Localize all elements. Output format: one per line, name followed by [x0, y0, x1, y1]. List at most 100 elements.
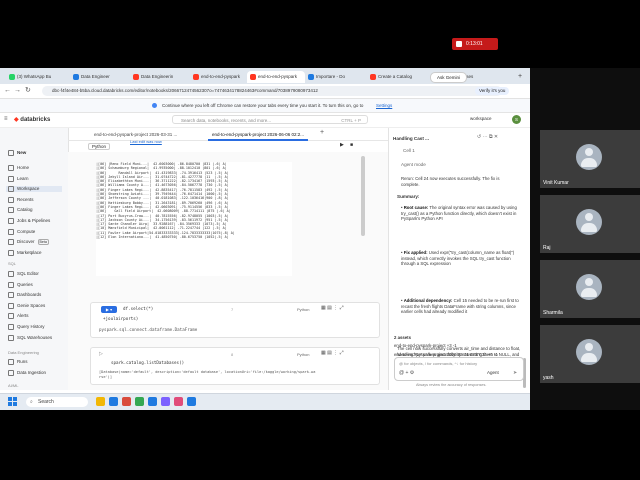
browser-tab[interactable]: end-to-end-pyspark [190, 71, 248, 83]
sidebar-item-learn[interactable]: Learn [8, 175, 29, 182]
new-tab-button[interactable]: + [518, 71, 522, 83]
sidebar-icon [8, 186, 14, 193]
taskbar-app-icon[interactable] [161, 397, 170, 406]
add-tab-icon[interactable]: + [320, 129, 324, 136]
sidebar: New Home Learn Workspace Recents Catalog Jobs … [0, 128, 69, 390]
settings-link[interactable]: Settings [376, 99, 392, 112]
taskbar-search[interactable]: ⌕ Search [26, 397, 88, 407]
language-select[interactable]: Python [88, 143, 111, 150]
sidebar-icon [8, 196, 14, 203]
forward-icon[interactable]: → [14, 86, 21, 96]
run-all-icon[interactable]: ▶ [340, 142, 344, 148]
tab-label: Data Engineerin [141, 74, 174, 79]
notebook-tab-1[interactable]: end-to-end-pyspark-project 2026-03-31 ..… [90, 130, 181, 139]
ask-gemini-button[interactable]: Ask Gemini [430, 72, 468, 83]
sidebar-item-dashboards[interactable]: Dashboards [8, 292, 41, 299]
sidebar-icon [8, 302, 14, 309]
participant-avatar-icon [576, 144, 602, 170]
taskbar-app-icon[interactable] [148, 397, 157, 406]
tab-label: Importare - Do [316, 74, 346, 79]
sidebar-item-data-ingestion[interactable]: Data Ingestion [8, 369, 46, 376]
sidebar-icon [8, 271, 14, 277]
cell-actions-icon[interactable]: ▦ ▤ ⋮ ⤢ [321, 305, 344, 311]
stop-icon[interactable]: ■ [350, 142, 353, 148]
sidebar-item-query-history[interactable]: Query History [8, 324, 45, 330]
participant-tile[interactable]: Raj [540, 195, 640, 253]
participant-name: Raj [543, 245, 551, 251]
recording-indicator[interactable]: 0:13:01 [452, 38, 498, 50]
assets-list: 2 assets end-to-end-pyspark-project +3 -… [394, 335, 498, 357]
browser-tab[interactable]: Data Engineer [70, 71, 128, 83]
sidebar-item-alerts[interactable]: Alerts [8, 313, 29, 320]
sidebar-new-button[interactable]: New [8, 150, 26, 156]
participant-tile[interactable]: Sharmila [540, 260, 640, 318]
participant-tile[interactable]: yash [540, 325, 640, 383]
sidebar-item-sql-editor[interactable]: SQL Editor [8, 271, 39, 277]
verify-button[interactable]: Verify it's you [475, 87, 510, 95]
sidebar-item-queries[interactable]: Queries [8, 281, 33, 288]
taskbar-app-icon[interactable] [187, 397, 196, 406]
notebook-editor: |[06] |Reno Field Muni...| 42.6003000| -… [68, 152, 388, 390]
browser-tab[interactable]: end-to-end-pyspark [247, 71, 305, 83]
taskbar-app-icon[interactable] [96, 397, 105, 406]
browser-tab[interactable]: Data Engineerin [130, 71, 188, 83]
notebook-tab-2[interactable]: end-to-end-pyspark-project 2026-06-06 02… [208, 130, 309, 141]
sidebar-icon [8, 207, 14, 214]
notebook-tabs: end-to-end-pyspark-project 2026-03-31 ..… [68, 128, 388, 141]
sidebar-item-recents[interactable]: Recents [8, 196, 34, 203]
taskbar-app-icon[interactable] [109, 397, 118, 406]
sidebar-item-genie-spaces[interactable]: Genie Spaces [8, 302, 45, 309]
assistant-input[interactable]: @ for objects, / for commands, ^↓ for hi… [394, 357, 524, 381]
participant-name: yash [543, 375, 554, 381]
taskbar-app-icon[interactable] [135, 397, 144, 406]
taskbar-app-icon[interactable] [174, 397, 183, 406]
send-icon[interactable]: ➤ [513, 370, 517, 376]
code-cell-8[interactable]: ▷ spark.catalog.listDatabases() [Databas… [90, 347, 380, 385]
assistant-actions-icon[interactable]: ↺ ⋯ ⧉ ✕ [477, 134, 498, 140]
sidebar-item-marketplace[interactable]: Marketplace [8, 249, 42, 256]
cell-code-line[interactable]: +joulairports) [103, 316, 138, 321]
agent-mode-button[interactable]: Agent [487, 370, 499, 375]
chrome-icon [152, 103, 157, 108]
windows-start-icon[interactable] [8, 397, 17, 406]
output-scrollbar[interactable] [361, 156, 365, 236]
asset-item[interactable]: end-to-end-pyspark-project +3 -1 [394, 343, 498, 348]
cell-actions-icon[interactable]: ▦ ▤ ⋮ ⤢ [321, 350, 344, 356]
menu-icon[interactable]: ≡ [4, 116, 8, 122]
user-avatar[interactable]: S [512, 115, 521, 124]
back-icon[interactable]: ← [4, 86, 11, 96]
cell-language[interactable]: Python [297, 352, 309, 357]
taskbar-app-icon[interactable] [122, 397, 131, 406]
run-cell-icon[interactable]: ▷ [99, 351, 103, 357]
url-field[interactable]: dbc-f4f4e484-b5ba.cloud.databricks.com/e… [42, 86, 502, 96]
cell-language[interactable]: Python [297, 307, 309, 312]
sidebar-icon [8, 150, 14, 156]
sidebar-item-runs[interactable]: Runs [8, 359, 28, 365]
workspace-switcher[interactable]: workspace [470, 116, 492, 121]
sidebar-item-home[interactable]: Home [8, 165, 29, 171]
reload-icon[interactable]: ↻ [25, 86, 31, 96]
tab-favicon-icon [73, 74, 79, 80]
run-cell-button[interactable]: ▶ ▾ [101, 306, 117, 313]
browser-tab[interactable]: Importare - Do [305, 71, 363, 83]
sidebar-item-sql-warehouses[interactable]: SQL Warehouses [8, 334, 52, 341]
sidebar-section-heading: AI/ML [8, 383, 19, 388]
browser-tab[interactable]: Create a Catalog [367, 71, 425, 83]
sidebar-item-discover[interactable]: Discover Beta [8, 239, 49, 246]
cell-reference: Cell 1 [403, 148, 415, 153]
sidebar-item-catalog[interactable]: Catalog [8, 207, 33, 214]
sidebar-item-jobs-pipelines[interactable]: Jobs & Pipelines [8, 218, 50, 224]
tab-label: end-to-end-pyspark [201, 74, 241, 79]
browser-tab[interactable]: (3) WhatsApp Bu [6, 71, 64, 83]
attach-icon[interactable]: @ + ⚙ [399, 370, 414, 376]
global-search-input[interactable]: Search data, notebooks, recents, and mor… [172, 115, 368, 124]
last-edit-link[interactable]: Last edit was now [130, 139, 162, 144]
sidebar-item-workspace[interactable]: Workspace [6, 186, 62, 193]
participant-tile[interactable]: Vinit Kumar [540, 130, 640, 188]
sidebar-icon [8, 239, 14, 246]
sidebar-item-compute[interactable]: Compute [8, 228, 35, 235]
code-cell-7[interactable]: ▶ ▾ df.select(*) +joulairports) pyspark.… [90, 302, 380, 338]
databricks-logo[interactable]: ◆ databricks [14, 116, 50, 124]
cell-code[interactable]: df.select(*) [123, 306, 153, 311]
cell-code[interactable]: spark.catalog.listDatabases() [111, 360, 184, 365]
